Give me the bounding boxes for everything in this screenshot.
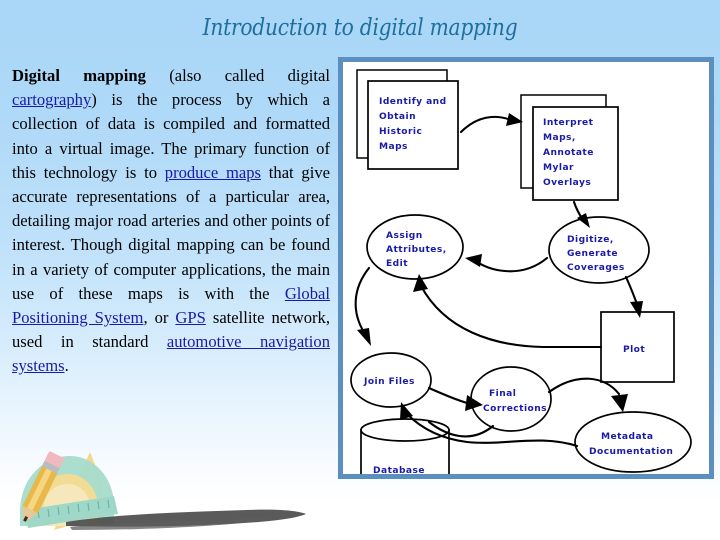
node-label-line: Annotate — [543, 148, 594, 158]
flow-arrow-assign-to-join-files — [354, 266, 371, 346]
node-assign-attributes-edit[interactable]: Assign Attributes, Edit — [366, 214, 464, 280]
node-label-line: Corrections — [483, 404, 547, 414]
node-label-line: Plot — [623, 345, 645, 355]
node-label-line: Generate — [567, 249, 618, 259]
flow-arrow-final-corrections-to-metadata — [547, 377, 628, 412]
flow-arrow-digitize-to-assign — [465, 254, 549, 273]
node-digitize-generate-coverages[interactable]: Digitize, Generate Coverages — [548, 216, 650, 284]
body-text-segment-6: . — [64, 356, 69, 376]
body-bold-lead: Digital mapping — [12, 66, 146, 85]
node-plot[interactable]: Plot — [600, 311, 675, 383]
node-label-line: Documentation — [589, 447, 673, 457]
node-label-line: Overlays — [543, 178, 591, 188]
node-interpret-maps-annotate-mylar-overlays[interactable]: Interpret Maps, Annotate Mylar Overlays — [520, 94, 619, 201]
workflow-diagram-frame: Identify and Obtain Historic Maps Interp… — [338, 57, 714, 479]
drafting-tools-clipart — [6, 448, 346, 540]
node-label-line: Interpret — [543, 118, 594, 128]
node-label-line: Mylar — [543, 163, 574, 173]
node-label-line: Obtain — [379, 112, 416, 122]
node-label-line: Historic — [379, 127, 422, 137]
node-label-line: Attributes, — [386, 245, 447, 255]
node-label-line: Metadata — [601, 432, 653, 442]
body-text-segment-3: that give accurate representations of a … — [12, 162, 331, 303]
workflow-diagram: Identify and Obtain Historic Maps Interp… — [343, 62, 709, 474]
node-label-line: Final — [489, 389, 516, 399]
slide-canvas: Introduction to digital mapping Digital … — [0, 0, 720, 540]
workflow-diagram-svg: Identify and Obtain Historic Maps Interp… — [350, 69, 692, 474]
node-identify-obtain-historic-maps[interactable]: Identify and Obtain Historic Maps — [356, 69, 459, 170]
body-paragraph: Digital mapping (also called digital car… — [12, 64, 330, 379]
flow-arrow-identify-to-interpret — [459, 113, 523, 134]
node-join-files[interactable]: Join Files — [350, 352, 432, 408]
node-label-line: Maps, — [543, 133, 576, 143]
node-label-line: Join Files — [363, 377, 415, 387]
node-final-corrections[interactable]: Final Corrections — [470, 366, 552, 432]
node-label-line: Database — [373, 466, 425, 474]
node-label-line: Digitize, — [567, 235, 614, 245]
node-label-line: Maps — [379, 142, 408, 152]
node-metadata-documentation[interactable]: Metadata Documentation — [574, 411, 692, 473]
body-text-segment-1: (also called digital — [145, 66, 330, 85]
page-title: Introduction to digital mapping — [202, 15, 518, 41]
link-gps[interactable]: GPS — [175, 308, 205, 327]
link-produce-maps[interactable]: produce maps — [165, 163, 261, 182]
flow-arrow-plot-to-assign — [413, 274, 603, 349]
node-label-line: Coverages — [567, 263, 625, 273]
node-label-line: Identify and — [379, 97, 447, 107]
node-label-line: Edit — [386, 259, 408, 269]
drafting-tools-illustration — [20, 451, 306, 530]
node-label-line: Assign — [386, 231, 423, 241]
link-cartography[interactable]: cartography — [12, 90, 91, 109]
body-text-segment-4: , or — [143, 308, 176, 328]
